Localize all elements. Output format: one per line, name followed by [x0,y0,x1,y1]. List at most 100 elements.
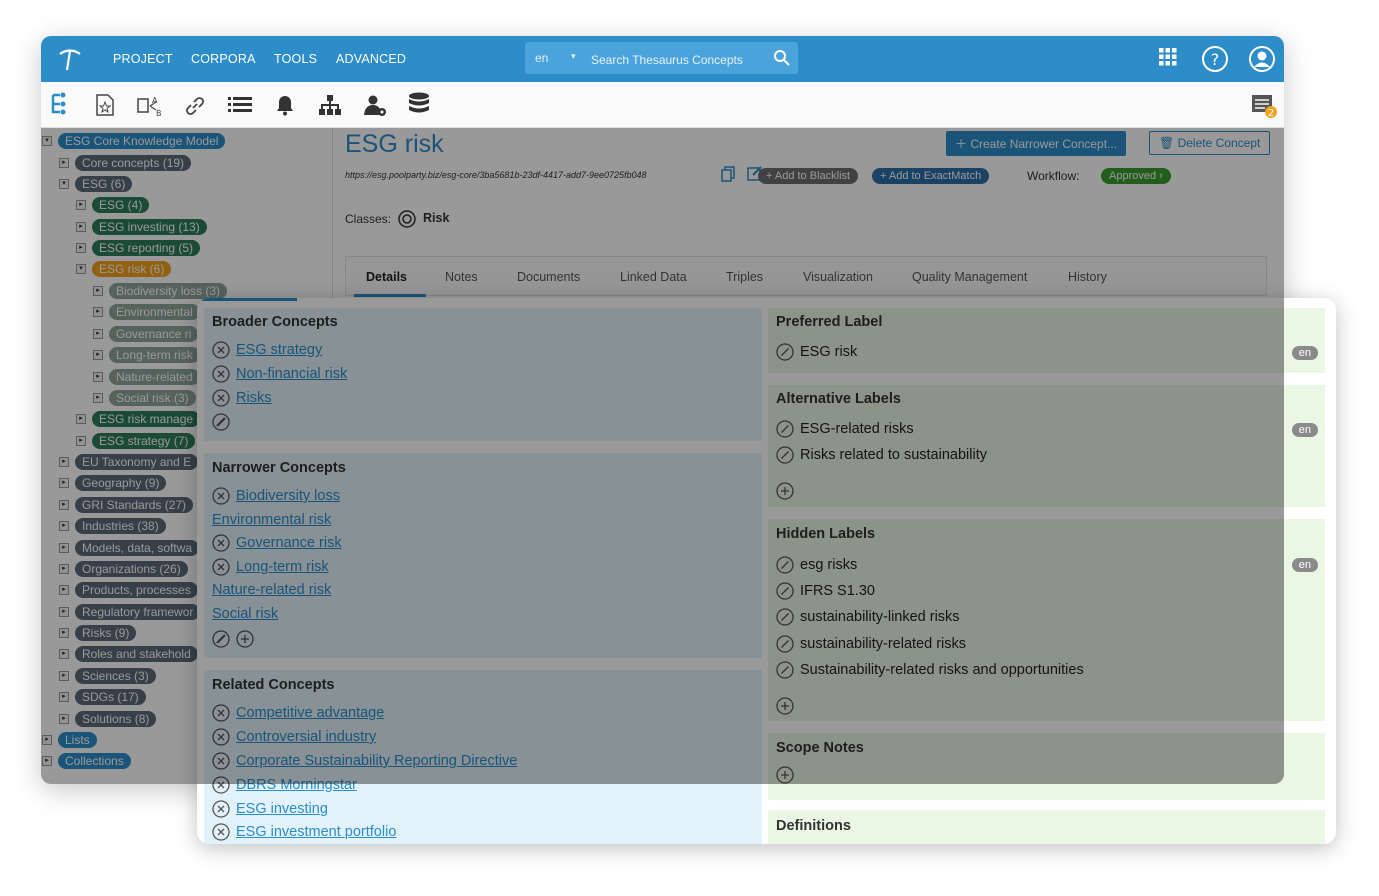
search-input[interactable]: Search Thesaurus Concepts [591,53,743,67]
expand-toggle-icon[interactable]: ▸ [93,285,103,296]
alternative-label-item[interactable]: ESG-related risks [776,419,914,439]
menu-advanced[interactable]: ADVANCED [336,52,406,66]
poolparty-logo-icon[interactable] [57,46,83,72]
remove-icon[interactable] [212,728,230,746]
expand-toggle-icon[interactable]: ▸ [93,392,103,403]
ab-mapping-icon[interactable]: AB [137,94,163,118]
collapse-toggle-icon[interactable]: ▾ [42,135,52,146]
concept-uri[interactable]: https://esg.poolparty.biz/esg-core/3ba56… [345,170,647,180]
tree-node[interactable]: ▸ ESG investing (13) [76,218,207,235]
collapse-toggle-icon[interactable]: ▾ [76,263,86,274]
search-language-select[interactable]: en [535,51,548,65]
tree-node[interactable]: ▸ Nature-related [93,368,200,385]
expand-toggle-icon[interactable]: ▸ [59,627,69,638]
edit-icon[interactable] [776,420,794,438]
narrower-concept-link[interactable]: Long-term risk [236,559,329,575]
tree-node[interactable]: ▸ EU Taxonomy and E [59,453,199,470]
tree-node[interactable]: ▸ Models, data, softwa [59,539,200,556]
broader-concept-link[interactable]: ESG strategy [236,342,322,358]
hierarchy-tree-icon[interactable] [50,92,74,116]
edit-icon[interactable] [776,556,794,574]
tree-node-selected[interactable]: ▾ ESG risk (6) [76,260,172,277]
expand-toggle-icon[interactable]: ▸ [93,371,103,382]
hidden-label-item[interactable]: sustainability-related risks [776,634,966,654]
hidden-label-item[interactable]: esg risks [776,555,857,575]
search-box[interactable]: en ▾ Search Thesaurus Concepts [525,42,798,74]
narrower-concept-link[interactable]: Social risk [212,606,278,622]
preferred-label-item[interactable]: ESG risk [776,342,857,362]
related-concept-link[interactable]: ESG investing [236,801,328,817]
expand-toggle-icon[interactable]: ▸ [59,606,69,617]
edit-icon[interactable] [776,635,794,653]
remove-icon[interactable] [212,704,230,722]
tree-node-collections[interactable]: ▸ Collections [42,752,131,769]
expand-toggle-icon[interactable]: ▸ [42,755,52,766]
edit-icon[interactable] [776,446,794,464]
remove-icon[interactable] [212,558,230,576]
tree-node[interactable]: ▸ GRI Standards (27) [59,496,194,513]
related-concept-item[interactable]: ESG investment portfolio [212,822,396,842]
tree-node[interactable]: ▸ Core concepts (19) [59,154,192,171]
expand-toggle-icon[interactable]: ▸ [59,456,69,467]
expand-toggle-icon[interactable]: ▸ [59,499,69,510]
related-concept-link[interactable]: DBRS Morningstar [236,777,357,793]
narrower-concept-item[interactable]: Governance risk [212,533,342,553]
tree-node[interactable]: ▸ Industries (38) [59,517,166,534]
edit-link-icon[interactable] [212,413,230,431]
broader-concept-link[interactable]: Risks [236,390,271,406]
tree-node[interactable]: ▸ Solutions (8) [59,710,157,727]
remove-icon[interactable] [212,341,230,359]
tree-node[interactable]: ▸ SDGs (17) [59,688,146,705]
add-to-exactmatch-button[interactable]: + Add to ExactMatch [872,168,990,184]
tree-node[interactable]: ▸ Regulatory framewor [59,603,201,620]
tree-node[interactable]: ▸ Sciences (3) [59,667,156,684]
expand-toggle-icon[interactable]: ▸ [93,328,103,339]
related-concept-item[interactable]: Competitive advantage [212,703,384,723]
tree-node[interactable]: ▸ Products, processes [59,581,198,598]
expand-toggle-icon[interactable]: ▸ [59,542,69,553]
remove-icon[interactable] [212,823,230,841]
narrower-concept-item[interactable]: Long-term risk [212,557,329,577]
expand-toggle-icon[interactable]: ▸ [76,242,86,253]
add-icon[interactable] [236,630,254,648]
expand-toggle-icon[interactable]: ▸ [59,563,69,574]
help-icon[interactable]: ? [1201,45,1229,73]
narrower-concept-item[interactable]: Environmental risk [212,510,331,530]
broader-concept-item[interactable]: ESG strategy [212,340,322,360]
narrower-concept-item[interactable]: Nature-related risk [212,580,331,600]
tree-node[interactable]: ▸ ESG strategy (7) [76,432,196,449]
expand-toggle-icon[interactable]: ▸ [59,648,69,659]
favorite-document-icon[interactable] [95,94,115,116]
tree-node-lists[interactable]: ▸ Lists [42,731,97,748]
tree-node[interactable]: ▸ Long-term risk [93,346,200,363]
tab-details[interactable]: Details [366,270,407,284]
broader-concept-item[interactable]: Non-financial risk [212,364,347,384]
related-concept-link[interactable]: Competitive advantage [236,705,384,721]
create-narrower-concept-button[interactable]: ＋ Create Narrower Concept... [946,131,1127,156]
expand-toggle-icon[interactable]: ▸ [59,157,69,168]
tree-node[interactable]: ▾ ESG (6) [59,175,133,192]
hidden-label-item[interactable]: Sustainability-related risks and opportu… [776,660,1084,680]
expand-toggle-icon[interactable]: ▸ [59,477,69,488]
expand-toggle-icon[interactable]: ▸ [76,435,86,446]
tab-history[interactable]: History [1068,270,1107,284]
menu-project[interactable]: PROJECT [113,52,173,66]
tree-node[interactable]: ▸ Roles and stakehold [59,645,198,662]
list-icon[interactable] [228,96,252,116]
expand-toggle-icon[interactable]: ▸ [42,734,52,745]
apps-grid-icon[interactable] [1157,46,1179,68]
related-concept-item[interactable]: Controversial industry [212,727,376,747]
expand-toggle-icon[interactable]: ▸ [93,349,103,360]
collapse-toggle-icon[interactable]: ▾ [59,178,69,189]
expand-toggle-icon[interactable]: ▸ [59,713,69,724]
narrower-concept-item[interactable]: Social risk [212,604,278,624]
expand-toggle-icon[interactable]: ▸ [93,306,103,317]
edit-icon[interactable] [776,343,794,361]
narrower-concept-link[interactable]: Governance risk [236,535,342,551]
link-icon[interactable] [183,94,207,118]
remove-icon[interactable] [212,534,230,552]
add-icon[interactable] [776,766,794,784]
remove-icon[interactable] [212,487,230,505]
tab-notes[interactable]: Notes [445,270,478,284]
tab-quality-management[interactable]: Quality Management [912,270,1027,284]
